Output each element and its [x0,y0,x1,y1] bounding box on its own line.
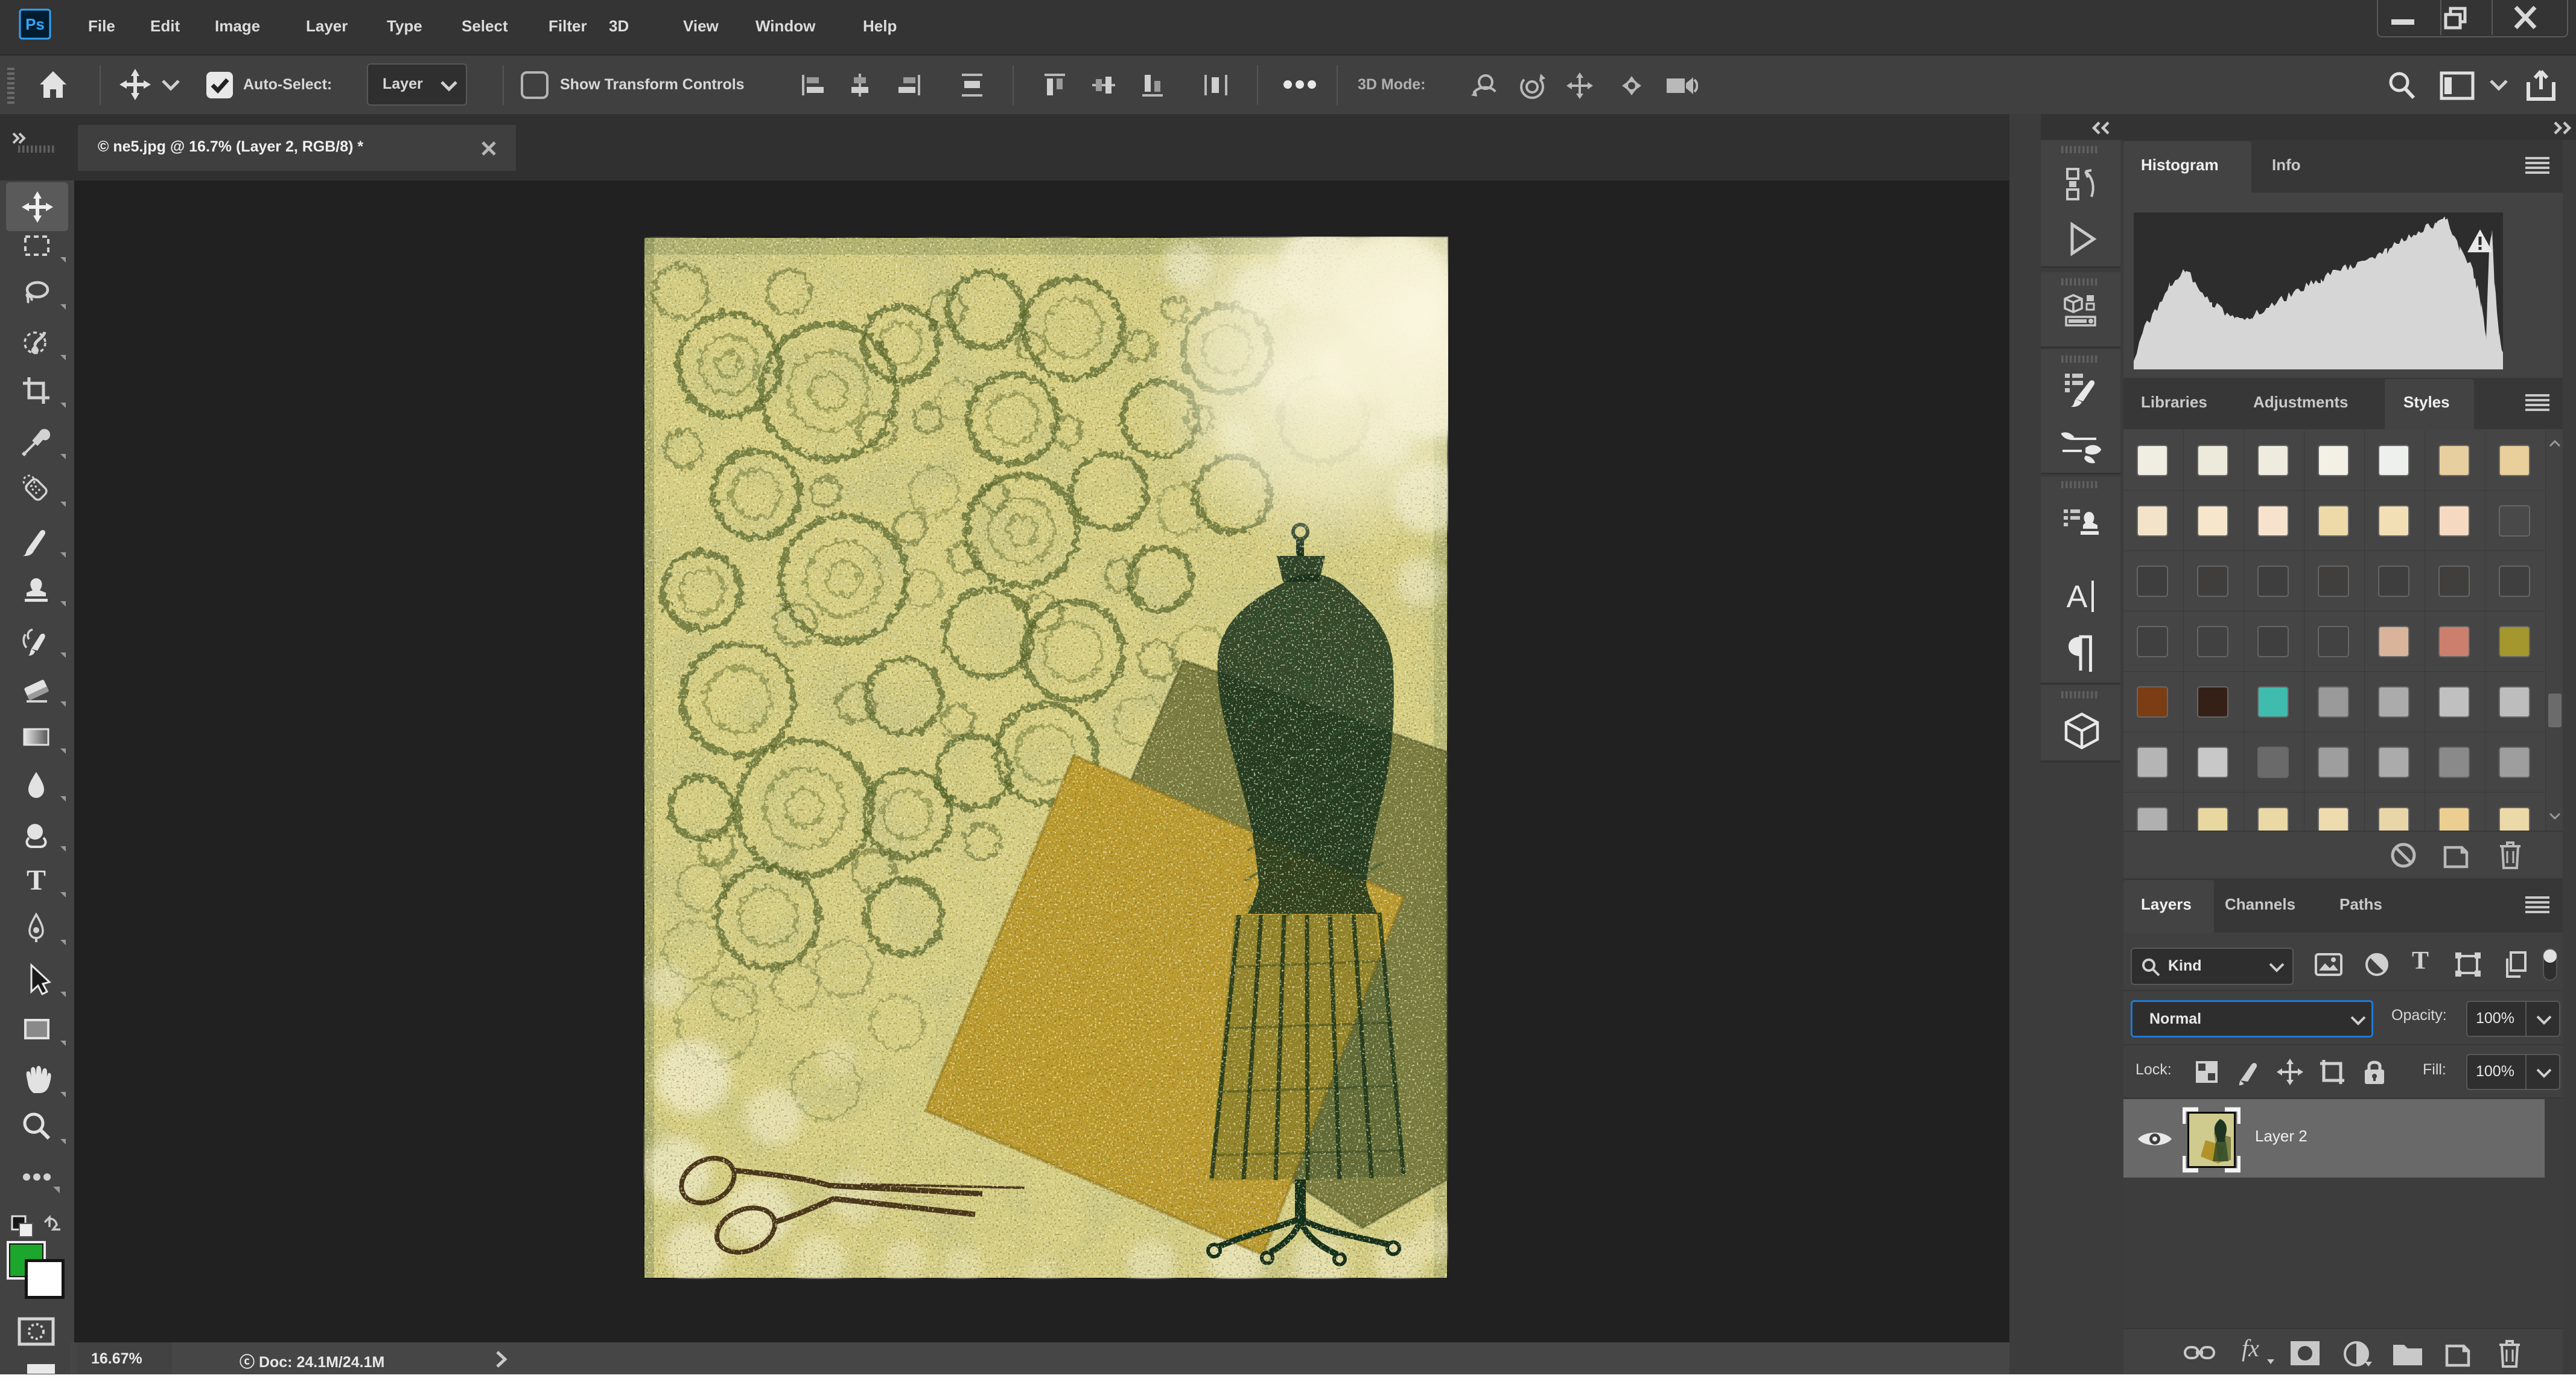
svg-text:Ps: Ps [25,15,45,33]
svg-text:A: A [2067,579,2088,614]
svg-text:T: T [27,864,46,896]
